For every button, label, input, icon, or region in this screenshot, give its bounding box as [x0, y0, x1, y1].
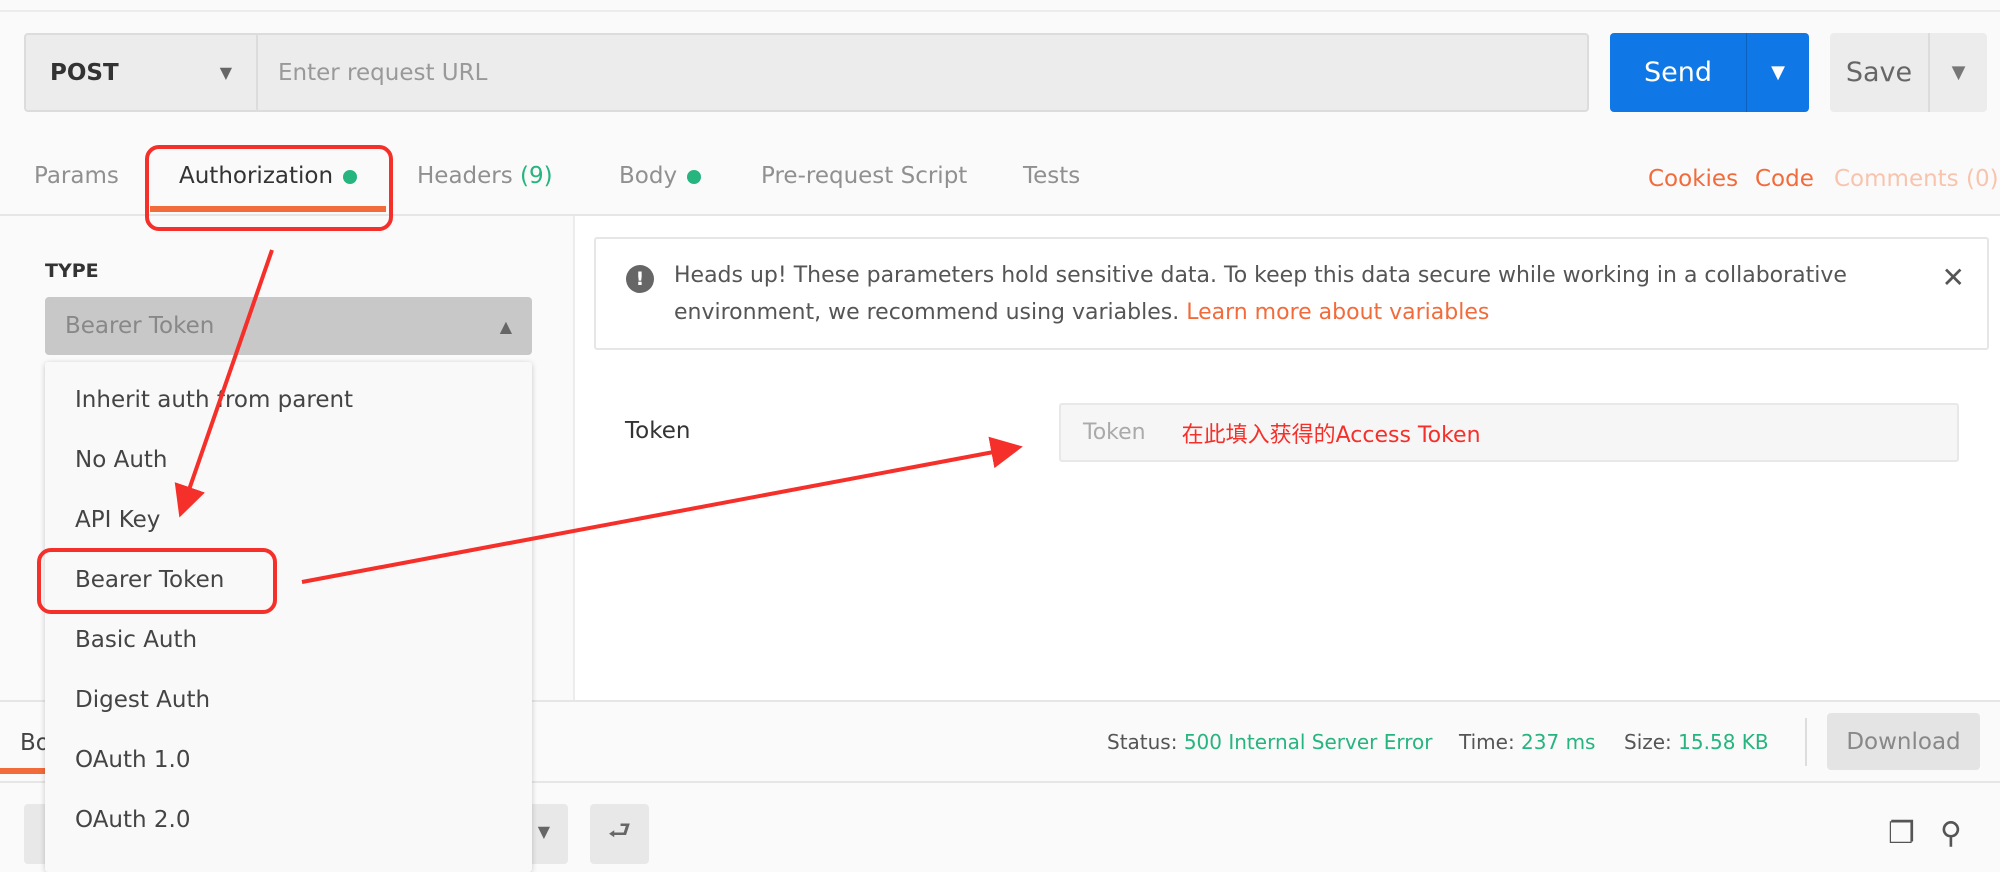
url-input[interactable]: Enter request URL	[258, 35, 1587, 110]
save-button[interactable]: Save	[1830, 33, 1930, 112]
token-label: Token	[625, 418, 691, 444]
copy-icon[interactable]: ❐	[1888, 816, 1915, 851]
token-input[interactable]: Token 在此填入获得的Access Token	[1059, 403, 1959, 462]
download-button[interactable]: Download	[1827, 713, 1980, 770]
send-options-chevron-down-icon[interactable]: ▼	[1747, 33, 1809, 112]
notice-text: Heads up! These parameters hold sensitiv…	[674, 257, 1874, 331]
tab-label: Body	[619, 163, 678, 189]
time-label: Time:	[1459, 730, 1515, 754]
type-label: TYPE	[45, 260, 99, 282]
wrap-lines-icon[interactable]: ⮐	[590, 804, 649, 864]
learn-more-link[interactable]: Learn more about variables	[1186, 300, 1489, 325]
status-value: 500 Internal Server Error	[1183, 730, 1433, 754]
menu-item-api-key[interactable]: API Key	[75, 507, 160, 533]
time-value: 237 ms	[1521, 730, 1596, 754]
close-icon[interactable]: ✕	[1942, 261, 1965, 294]
chevron-down-icon: ▼	[219, 63, 232, 82]
tab-tests[interactable]: Tests	[1023, 163, 1080, 189]
tab-label: Params	[34, 163, 119, 189]
comments-link[interactable]: Comments (0)	[1834, 166, 1999, 192]
send-button[interactable]: Send	[1610, 33, 1747, 112]
auth-type-select[interactable]: Bearer Token ▲	[45, 297, 532, 355]
send-button-group: Send ▼	[1610, 33, 1809, 112]
chevron-up-icon: ▲	[499, 316, 512, 336]
menu-item-basic-auth[interactable]: Basic Auth	[75, 627, 197, 653]
token-annotation: 在此填入获得的Access Token	[1181, 422, 1481, 448]
cookies-link[interactable]: Cookies	[1648, 166, 1738, 192]
tab-headers[interactable]: Headers (9)	[417, 163, 553, 189]
menu-item-oauth-2[interactable]: OAuth 2.0	[75, 807, 191, 833]
token-placeholder: Token	[1083, 420, 1146, 445]
status-readout: Status: 500 Internal Server Error	[1107, 730, 1433, 754]
code-link[interactable]: Code	[1755, 166, 1814, 192]
method-select[interactable]: POST ▼	[26, 35, 258, 110]
tab-label: Headers	[417, 163, 513, 189]
size-label: Size:	[1624, 730, 1672, 754]
size-value: 15.58 KB	[1678, 730, 1769, 754]
save-options-chevron-down-icon[interactable]: ▼	[1930, 33, 1987, 112]
menu-item-digest-auth[interactable]: Digest Auth	[75, 687, 210, 713]
menu-item-inherit[interactable]: Inherit auth from parent	[75, 387, 353, 413]
menu-item-no-auth[interactable]: No Auth	[75, 447, 168, 473]
tab-label: Tests	[1023, 163, 1081, 189]
separator	[1805, 718, 1807, 766]
pane-divider	[573, 216, 575, 700]
time-readout: Time: 237 ms	[1459, 730, 1595, 754]
method-value: POST	[50, 59, 119, 86]
auth-type-menu: Inherit auth from parent No Auth API Key…	[45, 362, 532, 872]
tab-label: Pre-request Script	[761, 163, 968, 189]
auth-type-value: Bearer Token	[65, 313, 215, 339]
tab-pre-request-script[interactable]: Pre-request Script	[761, 163, 967, 189]
chevron-down-icon: ▼	[537, 822, 550, 841]
top-divider	[0, 10, 2000, 12]
tab-body[interactable]: Body	[619, 163, 702, 189]
annotation-box-bearer-token	[37, 548, 277, 614]
status-dot-icon	[687, 169, 702, 184]
sensitive-data-notice: ! Heads up! These parameters hold sensit…	[594, 237, 1989, 350]
headers-count: (9)	[520, 163, 553, 189]
menu-item-oauth-1[interactable]: OAuth 1.0	[75, 747, 191, 773]
save-button-group: Save ▼	[1830, 33, 1987, 112]
size-readout: Size: 15.58 KB	[1624, 730, 1769, 754]
tab-params[interactable]: Params	[34, 163, 119, 189]
search-icon[interactable]: ⚲	[1940, 816, 1962, 851]
url-bar: POST ▼ Enter request URL	[24, 33, 1589, 112]
response-tab-underline	[0, 768, 45, 774]
status-label: Status:	[1107, 730, 1178, 754]
annotation-box-authorization	[145, 145, 393, 231]
alert-icon: !	[626, 265, 654, 293]
